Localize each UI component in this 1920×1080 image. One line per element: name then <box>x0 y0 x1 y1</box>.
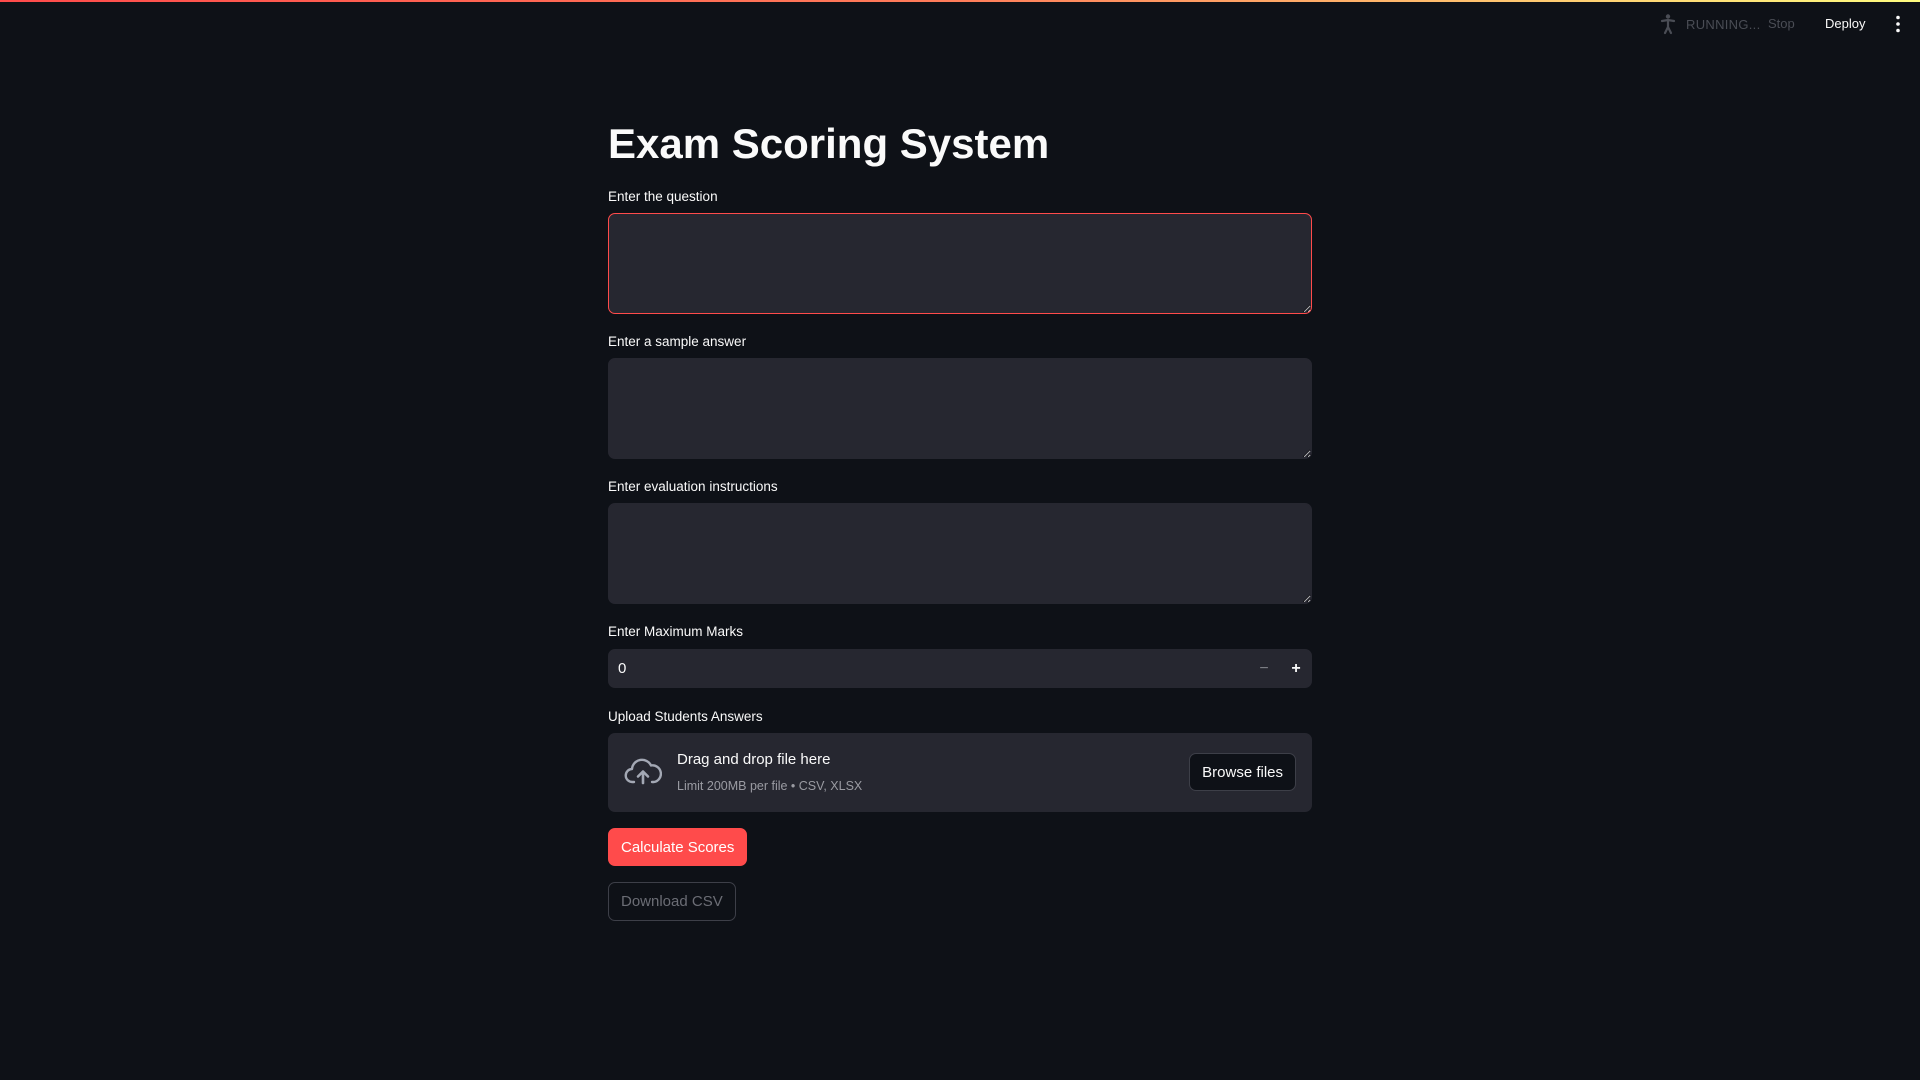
increment-button[interactable]: + <box>1280 649 1312 688</box>
calculate-scores-button[interactable]: Calculate Scores <box>608 828 748 866</box>
instructions-textarea[interactable] <box>608 503 1312 604</box>
max-marks-input[interactable] <box>608 649 1248 688</box>
instructions-label: Enter evaluation instructions <box>608 479 778 494</box>
sample-answer-label: Enter a sample answer <box>608 334 747 349</box>
main-menu-button[interactable] <box>1886 12 1910 36</box>
question-textarea[interactable] <box>608 213 1312 314</box>
decrement-button[interactable]: − <box>1248 649 1280 688</box>
running-person-icon <box>1656 12 1680 36</box>
app-header: RUNNING... Stop Deploy <box>0 0 1920 48</box>
vertical-ellipsis-icon <box>1896 15 1900 33</box>
dropzone-limit-text: Limit 200MB per file • CSV, XLSX <box>677 779 863 793</box>
browse-files-button[interactable]: Browse files <box>1189 753 1296 791</box>
stop-button[interactable]: Stop <box>1768 12 1795 36</box>
max-marks-label: Enter Maximum Marks <box>608 624 744 639</box>
cloud-upload-icon <box>624 755 663 789</box>
deploy-button[interactable]: Deploy <box>1825 12 1865 36</box>
sample-answer-textarea[interactable] <box>608 358 1312 459</box>
page-title: Exam Scoring System <box>608 120 1050 167</box>
download-csv-button[interactable]: Download CSV <box>608 882 736 921</box>
file-dropzone[interactable]: Drag and drop file here Limit 200MB per … <box>608 733 1312 812</box>
uploader-label: Upload Students Answers <box>608 709 763 724</box>
status-widget: RUNNING... <box>1656 12 1761 36</box>
dropzone-instructions: Drag and drop file here <box>677 751 831 768</box>
question-label: Enter the question <box>608 189 718 204</box>
status-running-text: RUNNING... <box>1686 16 1761 32</box>
max-marks-stepper: − + <box>608 649 1312 688</box>
